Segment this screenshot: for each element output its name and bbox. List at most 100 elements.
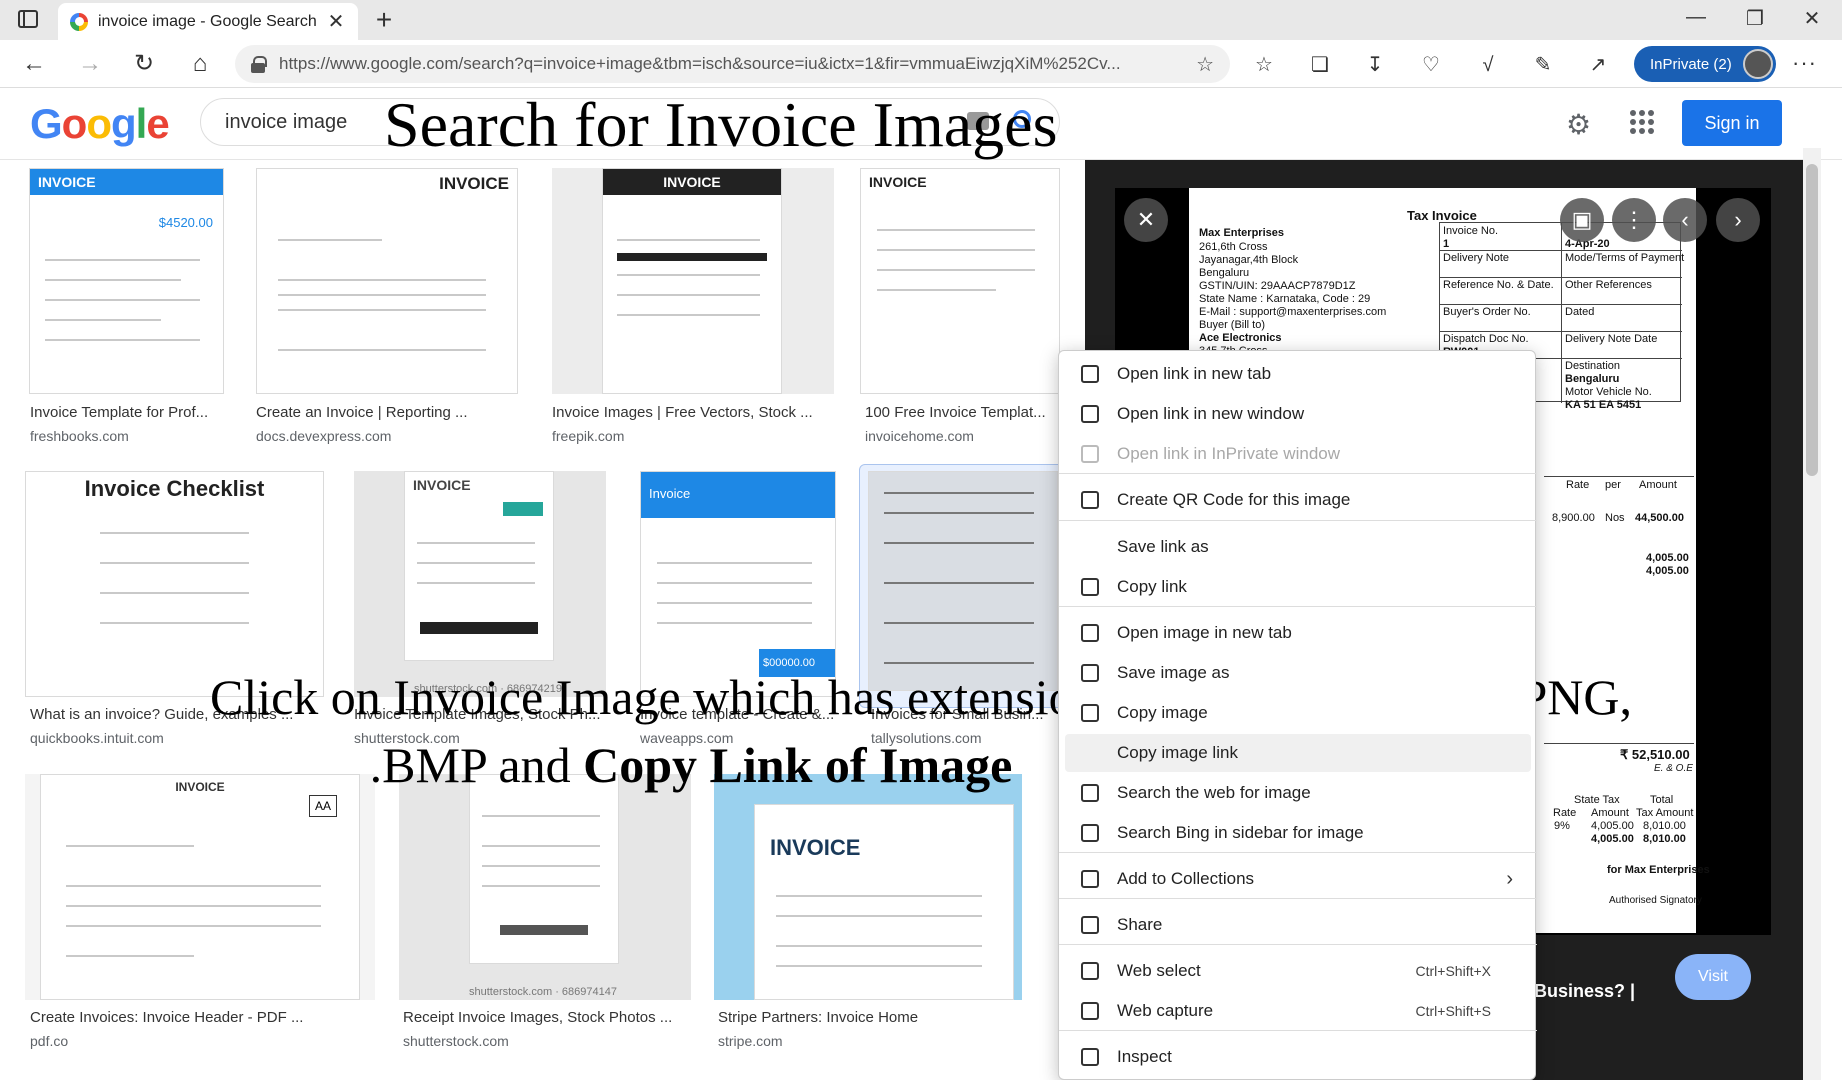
menu-item-web-capture[interactable]: Web capture Ctrl+Shift+S [1065,992,1531,1030]
restore-button[interactable]: ❐ [1735,6,1775,31]
thumb-heading: INVOICE [861,169,1059,195]
inprivate-icon [1081,445,1099,463]
vehicle-value: KA 51 EA 5451 [1565,399,1642,411]
result-title[interactable]: Receipt Invoice Images, Stock Photos ... [403,1009,688,1026]
menu-item-add-to-collections[interactable]: Add to Collections › [1065,860,1531,898]
result-thumbnail[interactable]: INVOICE [552,168,834,394]
result-title[interactable]: Invoice Template for Prof... [30,404,220,421]
menu-item-share[interactable]: Share [1065,906,1531,944]
result-title[interactable]: 100 Free Invoice Templat... [865,404,1050,421]
menu-item-search-bing-in-sidebar-for-image[interactable]: Search Bing in sidebar for image [1065,814,1531,852]
chevron-right-icon: › [1506,867,1513,890]
menu-item-label: Copy image [1117,703,1208,722]
result-source[interactable]: freepik.com [552,428,624,444]
tax-amount-total: 4,005.00 [1591,833,1634,845]
extensions-icon[interactable]: ✎ [1530,52,1556,78]
result-source[interactable]: freshbooks.com [30,428,129,444]
result-source[interactable]: stripe.com [718,1033,783,1049]
result-thumbnail[interactable]: shutterstock.com · 686974147 [399,774,691,1000]
menu-shortcut: Ctrl+Shift+X [1415,963,1491,979]
close-window-button[interactable]: ✕ [1792,6,1832,31]
result-title[interactable]: Stripe Partners: Invoice Home [718,1009,1018,1026]
browser-essentials-icon[interactable]: ♡ [1418,52,1444,78]
settings-gear-icon[interactable]: ⚙ [1566,108,1591,141]
menu-item-create-qr-code-for-this-image[interactable]: Create QR Code for this image [1065,481,1531,519]
menu-item-open-link-in-new-window[interactable]: Open link in new window [1065,395,1531,433]
menu-item-label: Search Bing in sidebar for image [1117,823,1364,842]
menu-item-open-link-in-new-tab[interactable]: Open link in new tab [1065,355,1531,393]
menu-item-web-select[interactable]: Web select Ctrl+Shift+X [1065,952,1531,990]
menu-item-open-link-in-inprivate-window[interactable]: Open link in InPrivate window [1065,435,1531,473]
result-thumbnail[interactable]: INVOICE [860,168,1060,394]
tab-google-search[interactable]: invoice image - Google Search ✕ [58,3,358,40]
scrollbar-thumb[interactable] [1806,164,1818,476]
inprivate-profile-button[interactable]: InPrivate (2) [1634,46,1776,82]
result-thumbnail[interactable]: INVOICE shutterstock.com · 686974219 [354,471,606,697]
browser-window: invoice image - Google Search ✕ + — ❐ ✕ … [0,0,1842,1080]
sidebar-toggle-icon[interactable] [18,10,38,28]
menu-item-copy-image-link[interactable]: Copy image link [1065,734,1531,772]
lock-icon[interactable] [251,56,267,73]
refresh-button[interactable]: ↻ [128,50,160,78]
menu-item-search-the-web-for-image[interactable]: Search the web for image [1065,774,1531,812]
result-source[interactable]: invoicehome.com [865,428,974,444]
menu-item-open-image-in-new-tab[interactable]: Open image in new tab [1065,614,1531,652]
visual-search-icon[interactable]: ▣ [1560,198,1604,242]
menu-item-inspect[interactable]: Inspect [1065,1038,1531,1076]
google-logo[interactable]: Google [30,100,170,148]
result-source[interactable]: pdf.co [30,1033,68,1049]
google-apps-icon[interactable] [1630,110,1654,134]
sign-in-button[interactable]: Sign in [1682,100,1782,146]
result-source[interactable]: shutterstock.com [403,1033,509,1049]
add-favorite-icon[interactable]: ☆ [1196,52,1214,77]
preview-title[interactable]: Business? | [1534,981,1635,1002]
result-title[interactable]: Invoice Images | Free Vectors, Stock ... [552,404,834,421]
collections-icon[interactable]: ❏ [1307,52,1333,78]
result-thumbnail[interactable]: Invoice $00000.00 [640,471,836,697]
math-solver-icon[interactable]: √ [1475,52,1501,78]
result-thumbnail[interactable]: INVOICE [714,774,1022,1000]
invoice-no-label: Invoice No. [1443,225,1499,237]
seller-state: State Name : Karnataka, Code : 29 [1199,293,1371,305]
forward-button[interactable]: → [74,50,106,78]
vehicle-label: Motor Vehicle No. [1565,386,1652,398]
result-thumbnail[interactable]: INVOICE AA [25,774,375,1000]
result-title[interactable]: Create Invoices: Invoice Header - PDF ..… [30,1009,360,1026]
amount-value: 44,500.00 [1635,512,1684,524]
result-source[interactable]: docs.devexpress.com [256,428,391,444]
thumb-heading: INVOICE [770,835,861,860]
seller-address: Bengaluru [1199,267,1250,279]
next-image-button[interactable]: › [1716,198,1760,242]
more-options-icon[interactable]: ⋮ [1612,198,1656,242]
previous-image-button[interactable]: ‹ [1663,198,1707,242]
favorites-icon[interactable]: ☆ [1251,52,1277,78]
share-icon[interactable]: ↗ [1585,52,1611,78]
menu-separator [1059,606,1537,607]
back-button[interactable]: ← [18,50,50,78]
tax-rate-header: Rate [1553,807,1577,819]
address-bar[interactable]: https://www.google.com/search?q=invoice+… [235,45,1230,83]
tab-close-icon[interactable]: ✕ [326,9,346,34]
result-thumbnail[interactable]: INVOICE $4520.00 [29,168,224,394]
state-tax-header: State Tax [1574,794,1620,806]
menu-item-save-image-as[interactable]: Save image as [1065,654,1531,692]
visit-button[interactable]: Visit [1675,954,1751,1000]
menu-item-save-link-as[interactable]: Save link as [1065,528,1531,566]
close-preview-button[interactable]: ✕ [1124,198,1168,242]
downloads-icon[interactable]: ↧ [1362,52,1388,78]
result-title[interactable]: Create an Invoice | Reporting ... [256,404,518,421]
thumb-heading: INVOICE [30,169,223,195]
minimize-button[interactable]: — [1676,6,1716,29]
page-scrollbar[interactable] [1803,148,1821,1080]
search-query[interactable]: invoice image [225,111,347,134]
home-button[interactable]: ⌂ [184,50,216,78]
menu-item-copy-image[interactable]: Copy image [1065,694,1531,732]
url-text[interactable]: https://www.google.com/search?q=invoice+… [279,54,1182,74]
result-thumbnail[interactable]: INVOICE [256,168,518,394]
new-tab-button[interactable]: + [368,4,400,36]
result-thumbnail[interactable]: Invoice Checklist [25,471,324,697]
menu-item-copy-link[interactable]: Copy link [1065,568,1531,606]
settings-more-icon[interactable]: ··· [1792,50,1817,76]
dispatch-doc-label: Dispatch Doc No. [1443,333,1529,345]
menu-item-label: Add to Collections [1117,869,1255,888]
